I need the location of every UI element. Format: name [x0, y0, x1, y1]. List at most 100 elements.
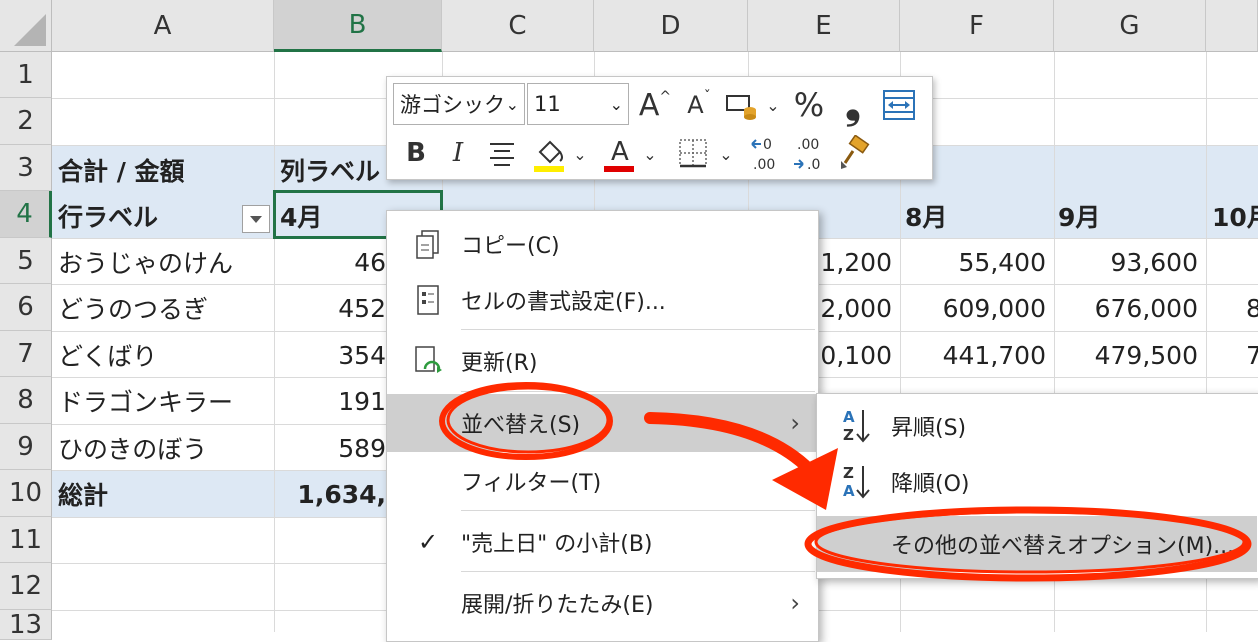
row-header-6[interactable]: 6: [0, 284, 52, 331]
menu-item-more-sort-options[interactable]: その他の並べ替えオプション(M)...: [817, 516, 1257, 572]
pivot-value[interactable]: 191: [274, 378, 394, 424]
fill-color-button[interactable]: [531, 133, 567, 175]
row-header-8[interactable]: 8: [0, 377, 52, 424]
submenu-arrow-icon: ›: [790, 409, 800, 437]
context-menu: コピー(C) セルの書式設定(F)... 更新(R) 並べ替え(S) › フィル…: [386, 210, 819, 642]
row-header-11[interactable]: 11: [0, 517, 52, 563]
column-header-f[interactable]: F: [900, 0, 1054, 52]
pivot-value[interactable]: 479,500: [1054, 332, 1206, 378]
menu-item-sort-descending[interactable]: Z A 降順(O): [817, 454, 1257, 510]
menu-item-expand-collapse[interactable]: 展開/折りたたみ(E) ›: [387, 574, 816, 632]
font-name-dropdown[interactable]: 游ゴシック ⌄: [393, 83, 525, 125]
pivot-row-name[interactable]: おうじゃのけん: [58, 239, 233, 285]
format-painter-icon: [841, 135, 870, 169]
pivot-value[interactable]: 55,400: [900, 239, 1054, 285]
column-header-h[interactable]: [1206, 0, 1258, 52]
center-align-button[interactable]: [485, 135, 519, 171]
row-header-1[interactable]: 1: [0, 52, 52, 98]
menu-item-refresh[interactable]: 更新(R): [387, 332, 816, 390]
row-header-4[interactable]: 4: [0, 191, 52, 238]
check-icon: ✓: [417, 528, 439, 556]
pivot-row-name[interactable]: ドラゴンキラー: [58, 378, 233, 424]
month-header-4[interactable]: 4月: [280, 193, 322, 239]
pivot-row-label[interactable]: 行ラベル: [58, 193, 158, 239]
pivot-value[interactable]: 93,600: [1054, 239, 1206, 285]
font-name-value: 游ゴシック: [400, 93, 505, 117]
percent-style-button[interactable]: %: [789, 85, 829, 125]
menu-item-filter[interactable]: フィルター(T): [387, 452, 816, 510]
pivot-sum-label[interactable]: 合計 / 金額: [58, 147, 185, 193]
submenu-arrow-icon: ›: [790, 589, 800, 617]
row-header-2[interactable]: 2: [0, 98, 52, 145]
pivot-row-name[interactable]: どうのつるぎ: [58, 285, 208, 331]
pivot-total-value[interactable]: 1,634,: [274, 471, 394, 517]
borders-dropdown[interactable]: ⌄: [717, 133, 735, 175]
bold-button[interactable]: B: [401, 133, 431, 173]
bold-icon: B: [406, 138, 426, 168]
pivot-value[interactable]: 8: [1246, 285, 1258, 331]
fill-color-icon: [534, 140, 564, 172]
menu-item-label: セルの書式設定(F)...: [461, 290, 666, 315]
pivot-value[interactable]: 7: [1246, 332, 1258, 378]
row-header-7[interactable]: 7: [0, 331, 52, 377]
pivot-row-name[interactable]: どくばり: [58, 332, 157, 378]
month-header-10[interactable]: 10月: [1212, 193, 1258, 239]
month-header-8[interactable]: 8月: [905, 193, 947, 239]
column-header-e[interactable]: E: [748, 0, 900, 52]
row-label-filter-button[interactable]: [242, 205, 270, 233]
increase-font-size-button[interactable]: A ^: [635, 85, 675, 125]
pivot-value[interactable]: 589: [274, 425, 394, 471]
borders-button[interactable]: [675, 135, 711, 171]
row-header-5[interactable]: 5: [0, 238, 52, 284]
menu-item-sort-ascending[interactable]: A Z 昇順(S): [817, 398, 1257, 454]
menu-item-sort[interactable]: 並べ替え(S) ›: [387, 394, 816, 452]
font-color-button[interactable]: A: [601, 133, 637, 175]
column-header-a[interactable]: A: [52, 0, 274, 52]
pivot-value[interactable]: 354: [274, 332, 394, 378]
pivot-column-label[interactable]: 列ラベル: [280, 147, 380, 193]
comma-style-button[interactable]: ❟: [833, 82, 873, 128]
column-header-b[interactable]: B: [274, 0, 442, 52]
column-header-g[interactable]: G: [1054, 0, 1206, 52]
pivot-value[interactable]: 676,000: [1054, 285, 1206, 331]
font-color-icon: A: [604, 137, 634, 172]
fill-color-dropdown[interactable]: ⌄: [571, 133, 589, 175]
merge-center-icon: [883, 90, 915, 120]
number-format-button[interactable]: [723, 85, 759, 125]
menu-item-subtotal[interactable]: ✓ "売上日" の小計(B): [387, 513, 816, 571]
decrease-font-size-button[interactable]: Aˇ: [679, 85, 719, 125]
percent-icon: %: [793, 86, 825, 124]
decrease-decimal-button[interactable]: .00 .0: [791, 135, 827, 173]
decrease-decimal-icon: .00 .0: [794, 137, 820, 173]
select-all-corner[interactable]: [0, 0, 52, 52]
menu-item-copy[interactable]: コピー(C): [387, 215, 816, 273]
italic-button[interactable]: I: [443, 133, 473, 173]
pivot-row-name[interactable]: ひのきのぼう: [58, 425, 207, 471]
row-header-3[interactable]: 3: [0, 145, 52, 191]
pivot-value[interactable]: 46: [274, 239, 394, 285]
menu-item-label: "売上日" の小計(B): [461, 532, 653, 557]
increase-decimal-button[interactable]: 0 .00: [749, 135, 785, 173]
column-header-d[interactable]: D: [594, 0, 748, 52]
month-header-9[interactable]: 9月: [1058, 193, 1100, 239]
number-format-dropdown[interactable]: ⌄: [763, 85, 783, 125]
svg-text:.00: .00: [797, 137, 819, 153]
row-header-13[interactable]: 13: [0, 610, 52, 640]
menu-item-format-cells[interactable]: セルの書式設定(F)...: [387, 271, 816, 329]
font-color-dropdown[interactable]: ⌄: [641, 133, 659, 175]
merge-center-button[interactable]: [879, 87, 919, 123]
menu-item-label: フィルター(T): [461, 471, 602, 496]
pivot-value[interactable]: 441,700: [900, 332, 1054, 378]
row-header-10[interactable]: 10: [0, 470, 52, 517]
menu-item-label: 降順(O): [891, 472, 970, 497]
pivot-total-label[interactable]: 総計: [58, 471, 108, 517]
row-header-9[interactable]: 9: [0, 424, 52, 470]
format-painter-button[interactable]: [835, 133, 875, 173]
pivot-value[interactable]: 609,000: [900, 285, 1054, 331]
svg-text:A: A: [843, 408, 855, 426]
refresh-icon: [411, 344, 445, 378]
pivot-value[interactable]: 452: [274, 285, 394, 331]
column-header-c[interactable]: C: [442, 0, 594, 52]
font-size-dropdown[interactable]: 11 ⌄: [527, 83, 629, 125]
row-header-12[interactable]: 12: [0, 563, 52, 610]
